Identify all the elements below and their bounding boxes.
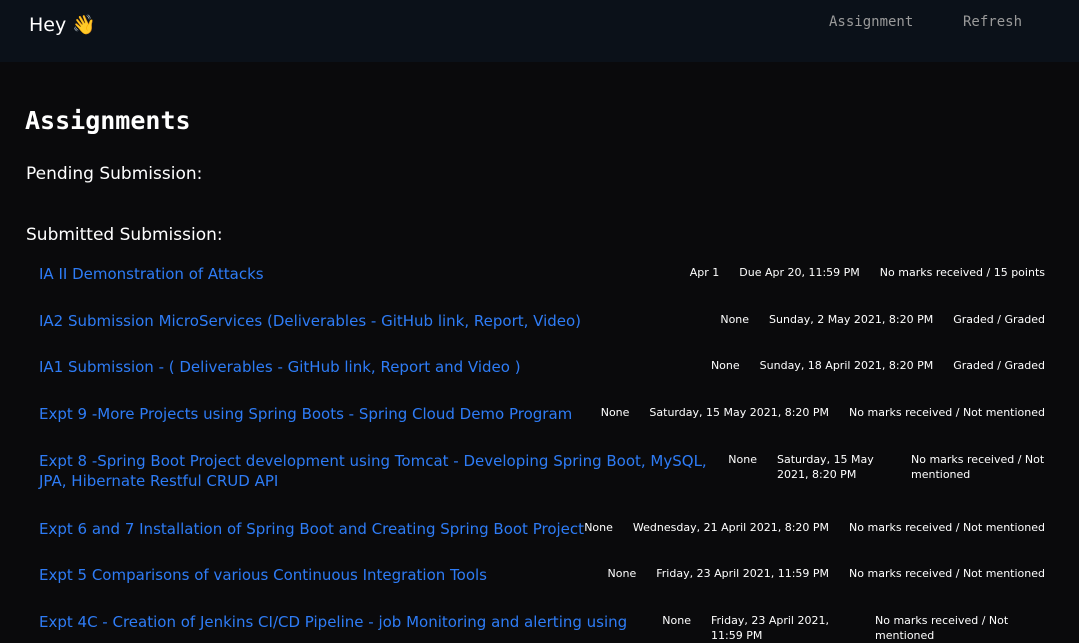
assignment-posted: None — [600, 406, 630, 419]
assignment-row: IA1 Submission - ( Deliverables - GitHub… — [39, 357, 1045, 377]
submitted-submission-label: Submitted Submission: — [26, 225, 223, 245]
assignment-due: Friday, 23 April 2021, 11:59 PM — [656, 567, 830, 580]
assignment-meta: None Sunday, 2 May 2021, 8:20 PM Graded … — [720, 312, 1045, 327]
assignment-status: No marks received / Not mentioned — [849, 567, 1045, 580]
assignment-due: Due Apr 20, 11:59 PM — [739, 266, 860, 279]
pending-submission-label: Pending Submission: — [26, 164, 203, 184]
page-title: Assignments — [25, 106, 191, 135]
assignment-status: No marks received / 15 points — [879, 266, 1045, 279]
assignment-title-link[interactable]: Expt 5 Comparisons of various Continuous… — [39, 565, 487, 585]
assignment-posted: None — [607, 567, 637, 580]
assignment-status: No marks received / Not mentioned — [849, 406, 1045, 419]
assignment-due: Sunday, 2 May 2021, 8:20 PM — [769, 313, 934, 326]
assignment-posted: Apr 1 — [689, 266, 720, 279]
assignment-due: Friday, 23 April 2021, 11:59 PM — [711, 614, 829, 642]
assignment-status: No marks received / Not mentioned — [911, 453, 1045, 481]
assignment-status: Graded / Graded — [953, 313, 1045, 326]
assignment-posted: None — [720, 313, 750, 326]
assignment-posted: None — [728, 453, 757, 466]
assignment-title-link[interactable]: IA1 Submission - ( Deliverables - GitHub… — [39, 357, 521, 377]
assignment-title-link[interactable]: IA2 Submission MicroServices (Deliverabl… — [39, 311, 581, 331]
assignment-row: Expt 5 Comparisons of various Continuous… — [39, 565, 1045, 585]
assignment-status: Graded / Graded — [953, 359, 1045, 372]
assignment-posted: None — [710, 359, 740, 372]
assignment-title-link[interactable]: IA II Demonstration of Attacks — [39, 264, 264, 284]
nav-assignment-link[interactable]: Assignment — [829, 14, 913, 30]
assignment-meta: None Wednesday, 21 April 2021, 8:20 PM N… — [584, 520, 1045, 535]
assignment-title-link[interactable]: Expt 9 -More Projects using Spring Boots… — [39, 404, 572, 424]
assignment-meta: None Sunday, 18 April 2021, 8:20 PM Grad… — [711, 358, 1045, 373]
greeting: Hey 👋 — [29, 13, 96, 37]
assignment-meta: None Friday, 23 April 2021, 11:59 PM No … — [608, 566, 1045, 581]
assignment-due: Sunday, 18 April 2021, 8:20 PM — [759, 359, 934, 372]
assignment-title-link[interactable]: Expt 6 and 7 Installation of Spring Boot… — [39, 519, 584, 539]
assignment-due: Saturday, 15 May 2021, 8:20 PM — [777, 453, 874, 481]
assignment-due: Wednesday, 21 April 2021, 8:20 PM — [632, 521, 830, 534]
assignment-posted: None — [662, 614, 691, 627]
assignment-title-link[interactable]: Expt 8 -Spring Boot Project development … — [39, 451, 709, 491]
assignment-status: No marks received / Not mentioned — [875, 614, 1009, 642]
assignment-row: Expt 4C - Creation of Jenkins CI/CD Pipe… — [39, 612, 1045, 643]
assignment-row: Expt 6 and 7 Installation of Spring Boot… — [39, 519, 1045, 539]
waving-hand-icon: 👋 — [72, 14, 96, 36]
assignment-meta: None Saturday, 15 May 2021, 8:20 PM No m… — [728, 452, 1045, 482]
assignment-title-link[interactable]: Expt 4C - Creation of Jenkins CI/CD Pipe… — [39, 612, 639, 632]
top-navbar: Hey 👋 Assignment Refresh — [0, 0, 1079, 62]
assignment-row: IA2 Submission MicroServices (Deliverabl… — [39, 311, 1045, 331]
greeting-text: Hey — [29, 14, 67, 36]
assignment-meta: None Friday, 23 April 2021, 11:59 PM No … — [662, 613, 1045, 643]
nav-refresh-link[interactable]: Refresh — [963, 14, 1022, 30]
assignment-row: IA II Demonstration of Attacks Apr 1 Due… — [39, 264, 1045, 284]
assignment-status: No marks received / Not mentioned — [849, 521, 1045, 534]
assignment-row: Expt 9 -More Projects using Spring Boots… — [39, 404, 1045, 424]
assignment-posted: None — [584, 521, 613, 534]
assignment-due: Saturday, 15 May 2021, 8:20 PM — [649, 406, 830, 419]
assignment-meta: None Saturday, 15 May 2021, 8:20 PM No m… — [601, 405, 1045, 420]
assignment-row: Expt 8 -Spring Boot Project development … — [39, 451, 1045, 491]
assignment-meta: Apr 1 Due Apr 20, 11:59 PM No marks rece… — [690, 265, 1045, 280]
